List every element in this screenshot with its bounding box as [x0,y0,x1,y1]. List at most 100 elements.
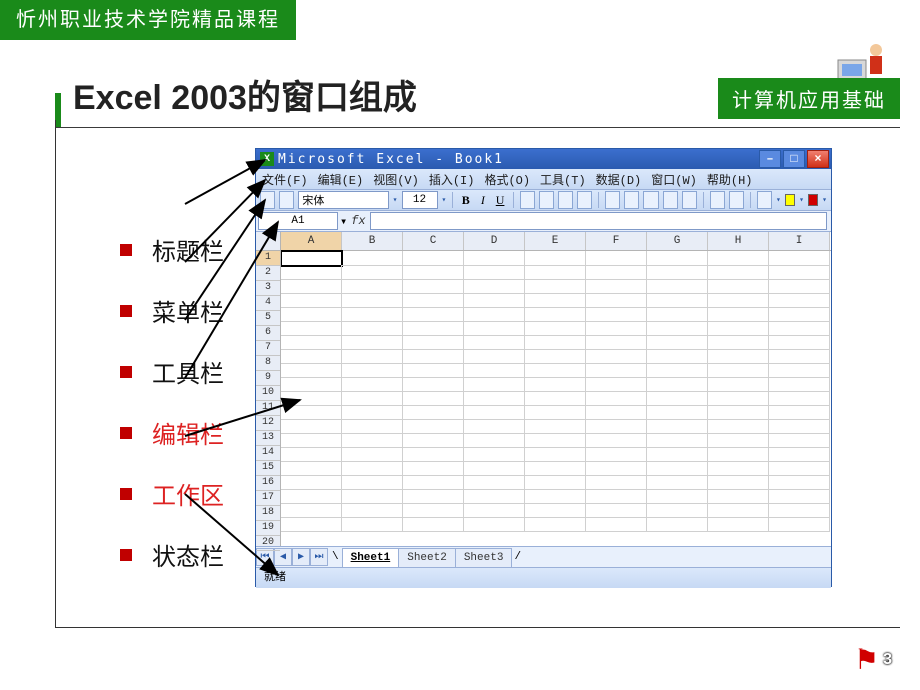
cell[interactable] [586,489,647,504]
cell[interactable] [464,517,525,532]
cell[interactable] [403,251,464,266]
align-left-button[interactable] [520,191,535,209]
cell[interactable] [525,363,586,378]
cell[interactable] [525,251,586,266]
align-right-button[interactable] [558,191,573,209]
cell[interactable] [708,335,769,350]
close-button[interactable]: × [807,150,829,168]
cell[interactable] [403,517,464,532]
cell[interactable] [525,335,586,350]
toolbar-button[interactable] [260,191,275,209]
cell[interactable] [281,335,342,350]
cell[interactable] [647,363,708,378]
cell[interactable] [586,321,647,336]
cell[interactable] [647,321,708,336]
cell[interactable] [342,475,403,490]
dropdown-arrow-icon[interactable]: ▾ [393,195,398,205]
cell[interactable] [403,391,464,406]
cell[interactable] [342,307,403,322]
cell[interactable] [708,363,769,378]
row-header[interactable]: 2 [256,266,280,281]
cell[interactable] [281,419,342,434]
cell[interactable] [525,307,586,322]
decrease-decimal-button[interactable] [682,191,697,209]
font-size-combo[interactable]: 12 [402,191,438,209]
cell[interactable] [342,419,403,434]
cell[interactable] [586,419,647,434]
cell[interactable] [708,419,769,434]
cell[interactable] [342,489,403,504]
cell[interactable] [647,419,708,434]
cell[interactable] [464,475,525,490]
cell[interactable] [342,335,403,350]
cell[interactable] [769,503,830,518]
dropdown-arrow-icon[interactable]: ▾ [442,195,447,205]
menu-window[interactable]: 窗口(W) [651,171,697,188]
cell[interactable] [769,461,830,476]
name-box[interactable]: A1 [258,212,338,230]
font-name-combo[interactable]: 宋体 [298,191,388,209]
cell[interactable] [464,279,525,294]
merge-cells-button[interactable] [577,191,592,209]
cell[interactable] [525,293,586,308]
cell[interactable] [586,475,647,490]
cell[interactable] [769,489,830,504]
cell[interactable] [586,517,647,532]
cell[interactable] [708,377,769,392]
cell[interactable] [647,335,708,350]
row-header[interactable]: 16 [256,476,280,491]
cell[interactable] [403,405,464,420]
borders-button[interactable] [757,191,772,209]
cell[interactable] [281,461,342,476]
currency-button[interactable] [605,191,620,209]
cell[interactable] [647,307,708,322]
row-header[interactable]: 7 [256,341,280,356]
cell[interactable] [464,405,525,420]
row-header[interactable]: 11 [256,401,280,416]
cell[interactable] [586,503,647,518]
cell[interactable] [708,489,769,504]
cell[interactable] [281,251,342,266]
cell[interactable] [342,251,403,266]
cell[interactable] [525,433,586,448]
cell[interactable] [525,503,586,518]
cell[interactable] [342,363,403,378]
italic-button[interactable]: I [476,193,489,208]
cell[interactable] [342,279,403,294]
cell[interactable] [525,517,586,532]
increase-decimal-button[interactable] [663,191,678,209]
row-header[interactable]: 6 [256,326,280,341]
menu-view[interactable]: 视图(V) [373,171,419,188]
sheet-tab[interactable]: Sheet1 [342,548,400,567]
formula-input[interactable] [370,212,827,230]
cell[interactable] [586,461,647,476]
menu-file[interactable]: 文件(F) [262,171,308,188]
cell[interactable] [281,279,342,294]
cell[interactable] [525,321,586,336]
cell[interactable] [342,321,403,336]
excel-work-area[interactable]: 1234567891011121314151617181920 ABCDEFGH… [256,232,831,546]
cell[interactable] [586,265,647,280]
dropdown-arrow-icon[interactable]: ▾ [799,195,804,205]
menu-help[interactable]: 帮助(H) [707,171,753,188]
cell[interactable] [281,349,342,364]
cell[interactable] [342,433,403,448]
cell[interactable] [647,517,708,532]
row-header[interactable]: 4 [256,296,280,311]
cell[interactable] [403,363,464,378]
column-header[interactable]: E [525,232,586,250]
cell[interactable] [281,321,342,336]
cell[interactable] [647,279,708,294]
cell[interactable] [586,251,647,266]
cell[interactable] [464,349,525,364]
cell[interactable] [769,405,830,420]
cell[interactable] [586,363,647,378]
cell[interactable] [708,391,769,406]
cell[interactable] [647,349,708,364]
cell[interactable] [647,461,708,476]
fx-icon[interactable]: fx [351,214,365,228]
dropdown-arrow-icon[interactable]: ▾ [822,195,827,205]
cell[interactable] [647,265,708,280]
cell[interactable] [769,475,830,490]
menu-edit[interactable]: 编辑(E) [318,171,364,188]
